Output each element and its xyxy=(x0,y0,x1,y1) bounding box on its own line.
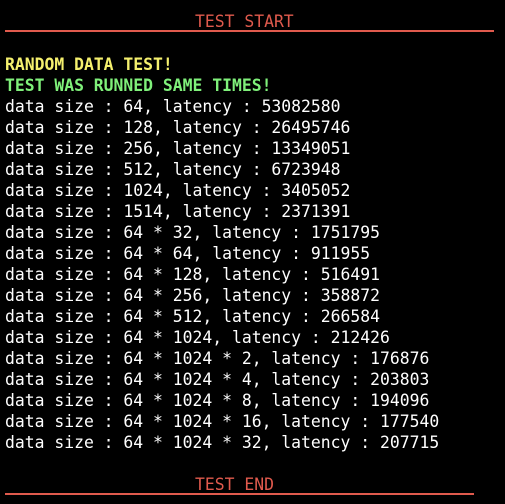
result-line: data size : 64 * 512, latency : 266584 xyxy=(5,307,380,326)
test-end-banner: TEST END xyxy=(5,474,474,495)
heading-random-data-test: RANDOM DATA TEST! xyxy=(5,55,173,74)
result-line: data size : 1514, latency : 2371391 xyxy=(5,202,351,221)
result-line: data size : 256, latency : 13349051 xyxy=(5,139,351,158)
result-line: data size : 1024, latency : 3405052 xyxy=(5,181,351,200)
result-line: data size : 64 * 32, latency : 1751795 xyxy=(5,223,380,242)
test-end-label: TEST END xyxy=(195,475,274,495)
test-start-label: TEST START xyxy=(195,12,294,32)
result-line: data size : 64 * 256, latency : 358872 xyxy=(5,286,380,305)
heading-test-runned-same-times: TEST WAS RUNNED SAME TIMES! xyxy=(5,76,272,95)
result-line: data size : 128, latency : 26495746 xyxy=(5,118,351,137)
result-line: data size : 64 * 1024, latency : 212426 xyxy=(5,328,390,347)
banner-rule-left xyxy=(5,474,195,495)
result-line: data size : 64 * 1024 * 32, latency : 20… xyxy=(5,433,440,452)
banner-rule-right xyxy=(273,474,474,495)
result-line: data size : 64, latency : 53082580 xyxy=(5,97,341,116)
result-line: data size : 64 * 128, latency : 516491 xyxy=(5,265,380,284)
result-line: data size : 64 * 1024 * 2, latency : 176… xyxy=(5,349,430,368)
banner-rule-left xyxy=(5,11,195,32)
banner-rule-right xyxy=(293,11,494,32)
result-line: data size : 64 * 1024 * 16, latency : 17… xyxy=(5,412,440,431)
result-line: data size : 64 * 1024 * 4, latency : 203… xyxy=(5,370,430,389)
result-line: data size : 64 * 1024 * 8, latency : 194… xyxy=(5,391,430,410)
test-start-banner: TEST START xyxy=(5,11,494,32)
result-line: data size : 64 * 64, latency : 911955 xyxy=(5,244,371,263)
result-line: data size : 512, latency : 6723948 xyxy=(5,160,341,179)
terminal-output: TEST START RANDOM DATA TEST! TEST WAS RU… xyxy=(0,0,505,504)
